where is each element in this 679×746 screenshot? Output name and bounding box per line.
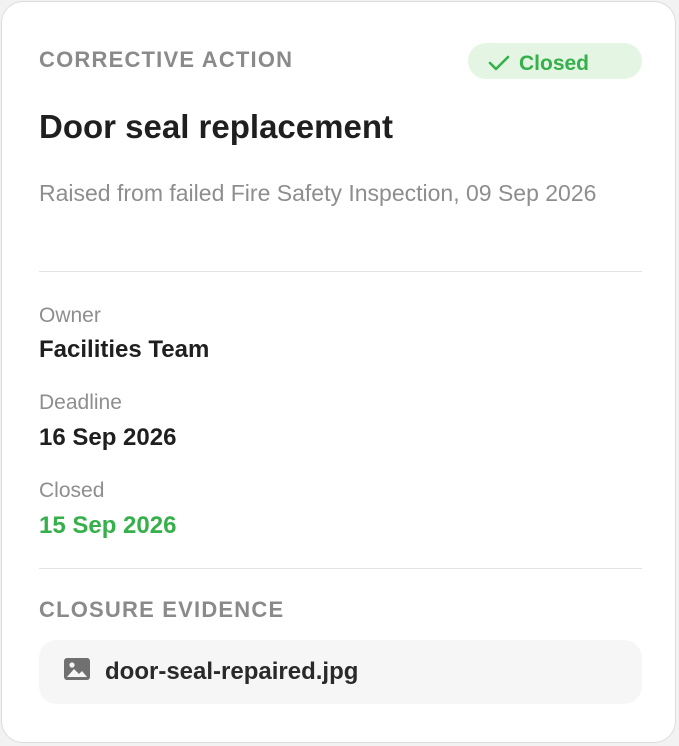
closure-evidence-heading: CLOSURE EVIDENCE	[39, 597, 285, 622]
closed-value: 15 Sep 2026	[39, 512, 177, 539]
deadline-label: Deadline	[39, 391, 122, 414]
corrective-action-card: CORRECTIVE ACTION Closed Door seal repla…	[1, 1, 676, 743]
owner-value: Facilities Team	[39, 336, 210, 363]
attachment-item[interactable]: door-seal-repaired.jpg	[39, 640, 642, 704]
divider	[39, 568, 642, 569]
image-icon	[64, 658, 90, 680]
divider	[39, 271, 642, 272]
check-icon	[488, 55, 510, 71]
owner-label: Owner	[39, 304, 101, 327]
status-badge-label: Closed	[519, 52, 590, 75]
attachment-filename[interactable]: door-seal-repaired.jpg	[105, 658, 358, 686]
page-title: Door seal replacement	[39, 108, 393, 145]
closed-label: Closed	[39, 479, 105, 502]
card-subtitle: Raised from failed Fire Safety Inspectio…	[39, 180, 597, 206]
status-badge: Closed	[468, 43, 642, 79]
card-eyebrow: CORRECTIVE ACTION	[39, 47, 294, 72]
deadline-value: 16 Sep 2026	[39, 424, 177, 451]
